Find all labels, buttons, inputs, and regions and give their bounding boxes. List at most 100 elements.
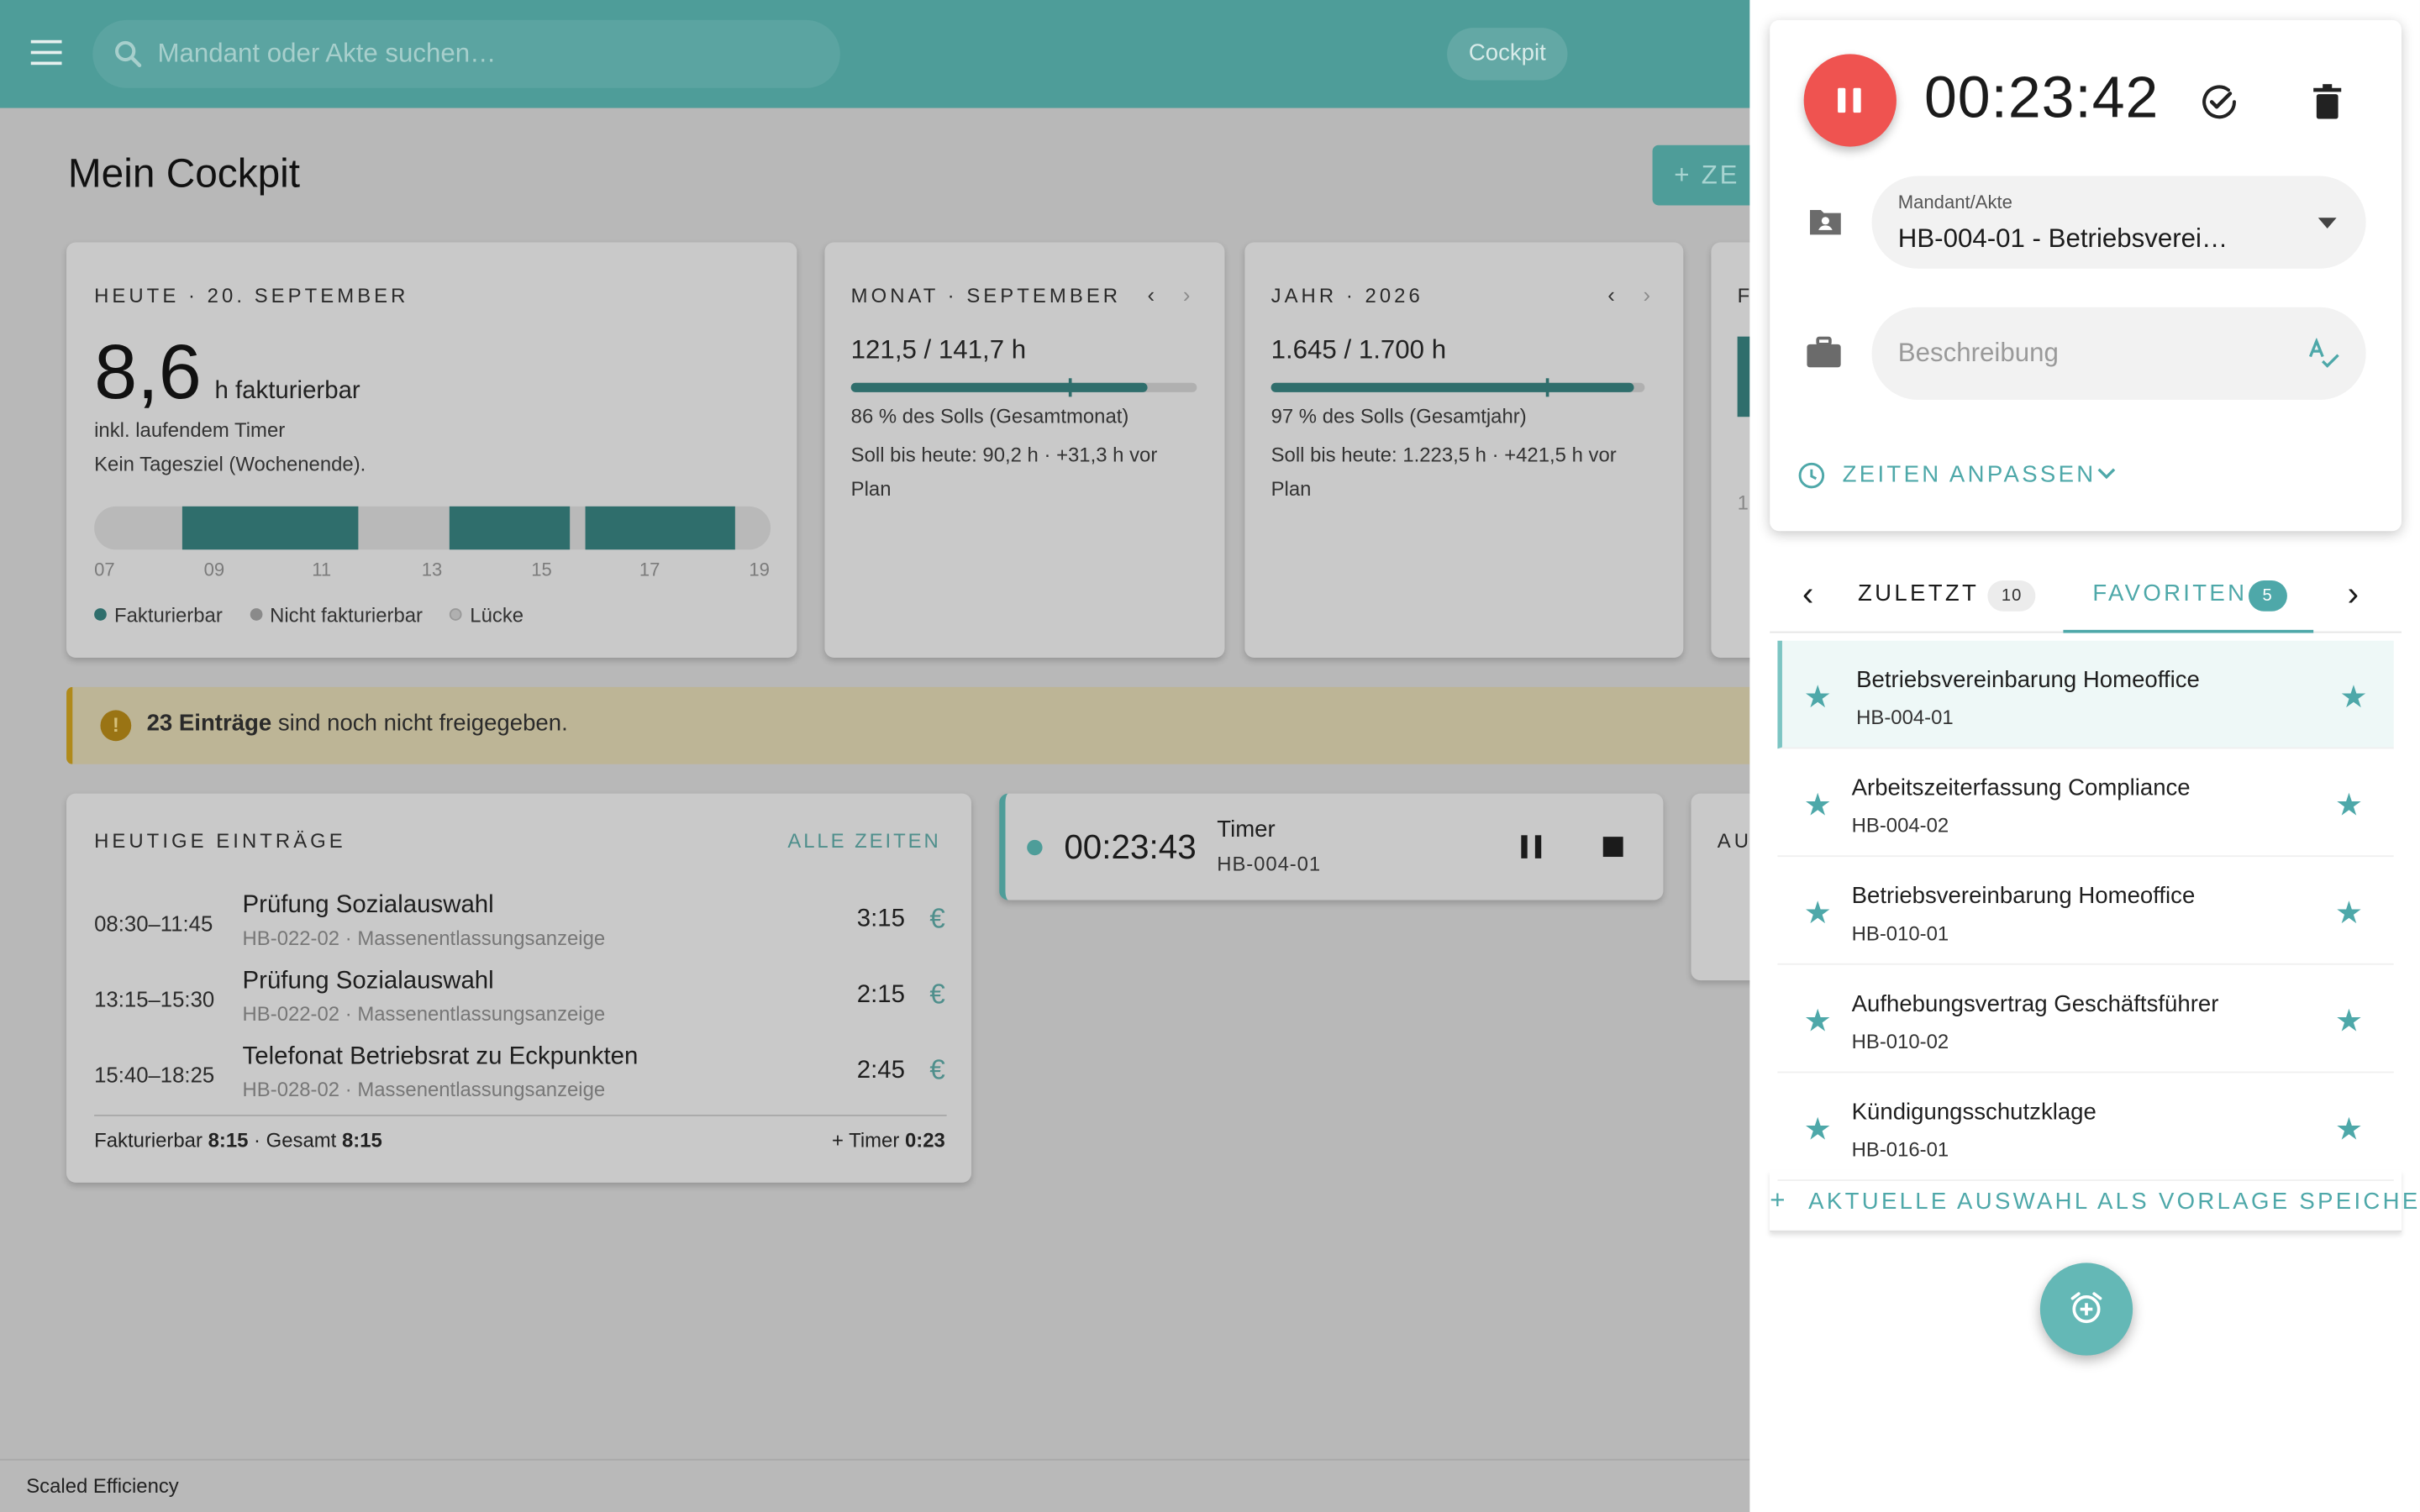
entry-time: 15:40–18:25 <box>94 1062 215 1087</box>
approval-banner[interactable]: ! 23 Einträge sind noch nicht freigegebe… <box>66 686 1750 764</box>
pause-icon-bar <box>1853 87 1861 113</box>
summary-timer-label: + Timer <box>831 1128 905 1152</box>
star-icon: ★ <box>1803 896 1832 932</box>
briefcase-icon <box>1807 336 1841 368</box>
entry-duration: 3:15 <box>856 906 906 933</box>
mandant-select[interactable]: Mandant/Akte HB-004-01 - Betriebsverei… <box>1871 176 2366 269</box>
entry-row[interactable]: 15:40–18:25 Telefonat Betriebsrat zu Eck… <box>94 1039 947 1110</box>
timer-pause-button[interactable] <box>1803 54 1897 147</box>
month-next-icon[interactable]: › <box>1183 282 1191 307</box>
tab-recent-label: ZULETZT <box>1857 580 1980 607</box>
favorite-case: HB-004-02 <box>1851 813 1949 837</box>
chevron-down-icon <box>2097 468 2116 480</box>
all-times-link[interactable]: ALLE ZEITEN <box>787 829 940 853</box>
year-progress-marker <box>1545 378 1549 397</box>
favorite-star-toggle-icon[interactable]: ★ <box>2339 678 2367 717</box>
year-percent: 97 % des Solls (Gesamtjahr) <box>1270 404 1527 428</box>
star-icon: ★ <box>1803 680 1832 715</box>
entry-subtitle: HB-022-02 · Massenentlassungsanzeige <box>242 1001 606 1026</box>
favorite-star-toggle-icon[interactable]: ★ <box>2335 1002 2363 1041</box>
entry-title: Telefonat Betriebsrat zu Eckpunkten <box>242 1043 639 1070</box>
year-prev-icon[interactable]: ‹ <box>1607 282 1615 307</box>
favorite-item[interactable]: ★ Aufhebungsvertrag Geschäftsführer HB-0… <box>1777 965 2394 1074</box>
billable-euro-icon: € <box>929 903 945 934</box>
tabs-prev-icon[interactable]: ‹ <box>1802 575 1813 615</box>
search-field[interactable]: Mandant oder Akte suchen… <box>92 19 840 88</box>
add-alarm-button[interactable] <box>2039 1263 2133 1356</box>
running-stop-button[interactable] <box>1602 837 1623 858</box>
month-overline: MONAT · SEPTEMBER <box>850 284 1122 307</box>
favorite-case: HB-004-01 <box>1856 705 1954 729</box>
pause-icon <box>1521 835 1528 858</box>
timeline-tick: 17 <box>639 559 660 581</box>
favorite-star-toggle-icon[interactable]: ★ <box>2335 785 2363 824</box>
favorite-star-toggle-icon[interactable]: ★ <box>2335 894 2363 932</box>
favorite-item[interactable]: ★ Betriebsvereinbarung Homeoffice HB-004… <box>1777 640 2394 749</box>
month-value: 121,5 / 141,7 h <box>850 334 1027 365</box>
favorite-item[interactable]: ★ Kündigungsschutzklage HB-016-01 ★ <box>1777 1073 2394 1181</box>
delete-icon[interactable] <box>2312 83 2343 120</box>
timeline-segment-billable <box>449 506 571 550</box>
day-timeline <box>94 506 771 550</box>
timeline-tick: 07 <box>94 559 115 581</box>
today-note-goal: Kein Tagesziel (Wochenende). <box>94 452 366 476</box>
year-overline: JAHR · 2026 <box>1270 284 1423 307</box>
tab-recent[interactable]: ZULETZT 10 <box>1858 556 2059 633</box>
entry-title: Prüfung Sozialauswahl <box>242 892 494 919</box>
summary-timer-value: 0:23 <box>904 1128 945 1152</box>
timeline-tick: 09 <box>203 559 225 581</box>
entries-divider <box>94 1114 947 1116</box>
tab-favorites[interactable]: FAVORITEN 5 <box>2063 556 2314 633</box>
star-icon: ★ <box>1803 789 1832 823</box>
timeline-segment-billable <box>585 506 735 550</box>
running-pause-button[interactable] <box>1521 835 1543 858</box>
entries-timer-summary: + Timer 0:23 <box>832 1129 945 1152</box>
favorite-item[interactable]: ★ Arbeitszeiterfassung Compliance HB-004… <box>1777 748 2394 858</box>
search-input[interactable]: Mandant oder Akte suchen… <box>157 39 496 70</box>
cockpit-chip[interactable]: Cockpit <box>1447 28 1568 81</box>
warning-icon: ! <box>100 710 132 742</box>
description-field[interactable]: Beschreibung <box>1871 307 2366 401</box>
menu-icon[interactable] <box>30 39 62 66</box>
favorite-case: HB-016-01 <box>1851 1137 1949 1162</box>
check-circle-icon[interactable] <box>2199 81 2239 122</box>
summary-billable-value: 8:15 <box>208 1128 249 1152</box>
year-progress-bar <box>1270 378 1645 397</box>
entry-time: 13:15–15:30 <box>94 986 215 1011</box>
favorite-title: Kündigungsschutzklage <box>1851 1099 2096 1126</box>
spellcheck-icon[interactable] <box>2307 338 2341 370</box>
billable-euro-icon: € <box>929 979 945 1010</box>
favorite-case: HB-010-02 <box>1851 1029 1949 1053</box>
month-soll: Soll bis heute: 90,2 h · +31,3 h vor Pla… <box>850 443 1158 501</box>
mandant-label: Mandant/Akte <box>1897 191 2012 213</box>
favorite-title: Betriebsvereinbarung Homeoffice <box>1851 883 2196 910</box>
entries-summary: Fakturierbar 8:15 · Gesamt 8:15 <box>94 1129 382 1152</box>
plus-icon: + <box>1770 1185 1788 1215</box>
year-next-icon[interactable]: › <box>1644 282 1651 307</box>
banner-text: sind noch nicht freigegeben. <box>271 710 568 737</box>
month-progress-bar <box>850 378 1197 397</box>
clock-icon <box>1798 462 1825 489</box>
entry-row[interactable]: 13:15–15:30 Prüfung Sozialauswahl HB-022… <box>94 963 947 1035</box>
legend-dot-nonbillable <box>250 608 262 621</box>
pause-icon-bar <box>1534 835 1542 858</box>
legend-nonbillable: Nicht fakturierbar <box>270 603 424 627</box>
entry-row[interactable]: 08:30–11:45 Prüfung Sozialauswahl HB-022… <box>94 888 947 959</box>
save-template-label: AKTUELLE AUSWAHL ALS VORLAGE SPEICHERN <box>1808 1189 2420 1215</box>
favorite-item[interactable]: ★ Betriebsvereinbarung Homeoffice HB-010… <box>1777 857 2394 965</box>
timer-card: 00:23:42 Mandant/Akte HB-004-01 - Betrie… <box>1770 19 2402 532</box>
entry-title: Prüfung Sozialauswahl <box>242 968 494 995</box>
save-template-button[interactable]: + AKTUELLE AUSWAHL ALS VORLAGE SPEICHERN <box>1770 1170 2420 1232</box>
tab-favorites-count: 5 <box>2248 580 2287 612</box>
today-note-timer: inkl. laufendem Timer <box>94 418 286 442</box>
alarm-add-icon <box>2070 1292 2102 1324</box>
star-icon: ★ <box>1803 1005 1832 1039</box>
favorite-star-toggle-icon[interactable]: ★ <box>2335 1110 2363 1148</box>
entries-overline: HEUTIGE EINTRÄGE <box>94 828 346 853</box>
description-input[interactable]: Beschreibung <box>1898 339 2059 370</box>
banner-count: 23 Einträge <box>146 710 272 737</box>
month-prev-icon[interactable]: ‹ <box>1148 282 1155 307</box>
entry-time: 08:30–11:45 <box>94 911 213 936</box>
tabs-next-icon[interactable]: › <box>2348 575 2359 615</box>
tab-recent-count: 10 <box>1987 580 2036 612</box>
